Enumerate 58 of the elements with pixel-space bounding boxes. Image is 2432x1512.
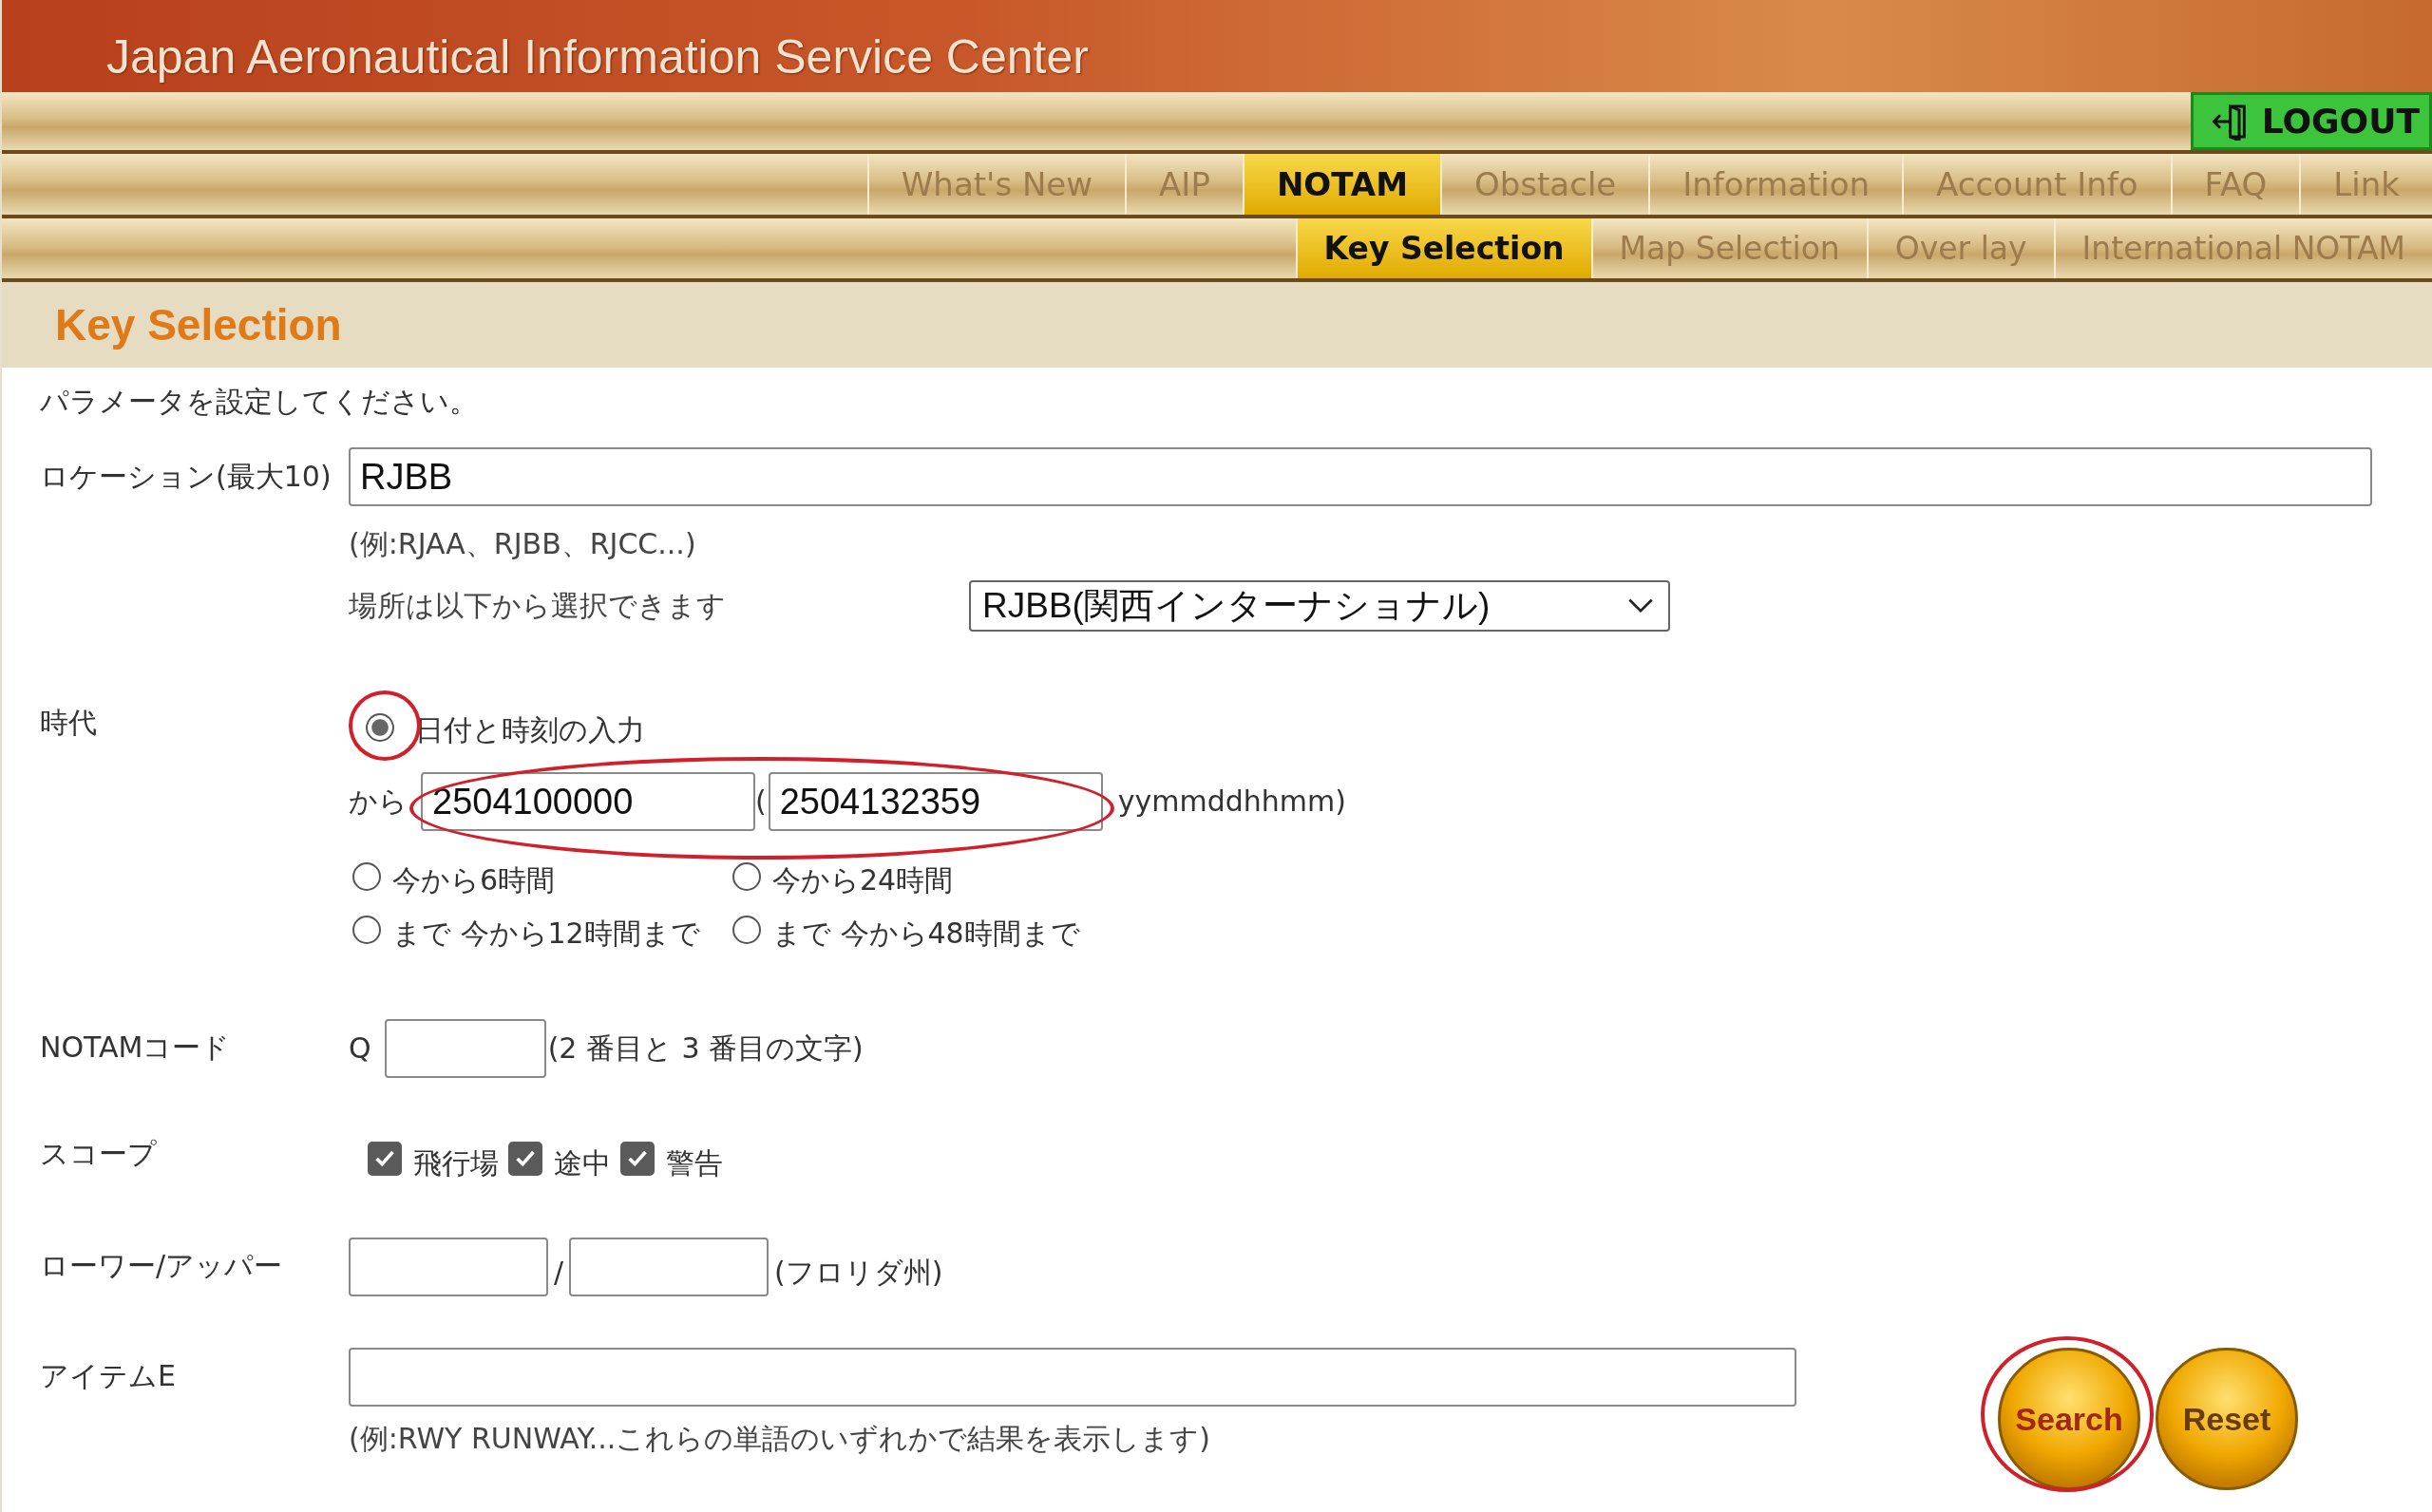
field-label: 時代 bbox=[40, 705, 98, 741]
nav-tab[interactable]: Account Info bbox=[1902, 154, 2171, 215]
separator-text: / bbox=[554, 1255, 564, 1291]
nav-tab[interactable]: Key Selection bbox=[1295, 218, 1591, 278]
location-dropdown[interactable]: RJBB(関西インターナショナル) bbox=[969, 580, 1670, 632]
end-date-input[interactable]: 2504132359 bbox=[768, 772, 1103, 831]
select-label: 場所は以下から選択できます bbox=[349, 587, 727, 624]
nav-tab[interactable]: International NOTAM bbox=[2053, 218, 2432, 278]
search-button[interactable]: Search bbox=[1998, 1348, 2140, 1490]
from-label: から bbox=[349, 784, 408, 820]
instruction-text: パラメータを設定してください。 bbox=[40, 384, 479, 420]
radio-label: 今から24時間 bbox=[772, 862, 954, 898]
radio-button[interactable] bbox=[732, 916, 761, 944]
hint-text: (2 番目と 3 番目の文字) bbox=[547, 1030, 864, 1067]
nav-tab[interactable]: Map Selection bbox=[1590, 218, 1867, 278]
notam-code-input[interactable] bbox=[384, 1019, 546, 1078]
radio-label: まで 今から12時間まで bbox=[392, 916, 700, 952]
format-hint: yymmddhhmm) bbox=[1117, 784, 1346, 820]
nav-tab[interactable]: Over lay bbox=[1866, 218, 2054, 278]
checkbox[interactable] bbox=[508, 1142, 542, 1176]
example-text: (例:RJAA、RJBB、RJCC...) bbox=[349, 526, 697, 562]
checkbox[interactable] bbox=[368, 1142, 402, 1176]
radio-button[interactable] bbox=[352, 862, 381, 891]
checkbox[interactable] bbox=[620, 1142, 655, 1176]
start-date-input[interactable]: 2504100000 bbox=[421, 772, 755, 831]
field-label: アイテムE bbox=[40, 1358, 177, 1394]
checkbox-label: 飛行場 bbox=[413, 1145, 499, 1181]
nav-tab[interactable]: Information bbox=[1648, 154, 1903, 215]
nav-tab[interactable]: Link bbox=[2299, 154, 2432, 215]
chevron-down-icon bbox=[1628, 598, 1653, 614]
location-input[interactable]: RJBB bbox=[349, 447, 2372, 506]
q-prefix: Q bbox=[349, 1030, 371, 1067]
lower-input[interactable] bbox=[349, 1238, 548, 1296]
nav-tab[interactable]: Obstacle bbox=[1439, 154, 1649, 215]
radio-label: まで 今から48時間まで bbox=[772, 916, 1080, 952]
field-label: NOTAMコード bbox=[40, 1030, 232, 1066]
logout-button[interactable]: LOGOUT bbox=[2190, 92, 2432, 150]
nav-tab[interactable]: NOTAM bbox=[1242, 154, 1440, 215]
example-text: (例:RWY RUNWAY...これらの単語のいずれかで結果を表示します) bbox=[349, 1421, 1211, 1457]
hint-text: (フロリダ州) bbox=[774, 1255, 943, 1291]
radio-label: 今から6時間 bbox=[392, 862, 556, 898]
checkbox-label: 警告 bbox=[666, 1145, 723, 1181]
paren-text: ( bbox=[755, 784, 767, 820]
radio-button[interactable] bbox=[366, 713, 394, 742]
field-label: ロケーション(最大10) bbox=[40, 459, 332, 495]
radio-button[interactable] bbox=[732, 862, 761, 891]
item-e-input[interactable] bbox=[349, 1348, 1796, 1407]
upper-input[interactable] bbox=[569, 1238, 770, 1296]
checkbox-label: 途中 bbox=[554, 1145, 611, 1181]
radio-label: 日付と時刻の入力 bbox=[415, 712, 645, 748]
field-label: スコープ bbox=[40, 1136, 158, 1172]
nav-tab[interactable]: What's New bbox=[866, 154, 1126, 215]
nav-tab[interactable]: FAQ bbox=[2170, 154, 2300, 215]
field-label: ローワー/アッパー bbox=[40, 1248, 284, 1284]
section-title: Key Selection bbox=[55, 299, 342, 350]
radio-button[interactable] bbox=[352, 916, 381, 944]
reset-button[interactable]: Reset bbox=[2156, 1348, 2298, 1490]
site-title: Japan Aeronautical Information Service Center bbox=[106, 29, 1089, 85]
